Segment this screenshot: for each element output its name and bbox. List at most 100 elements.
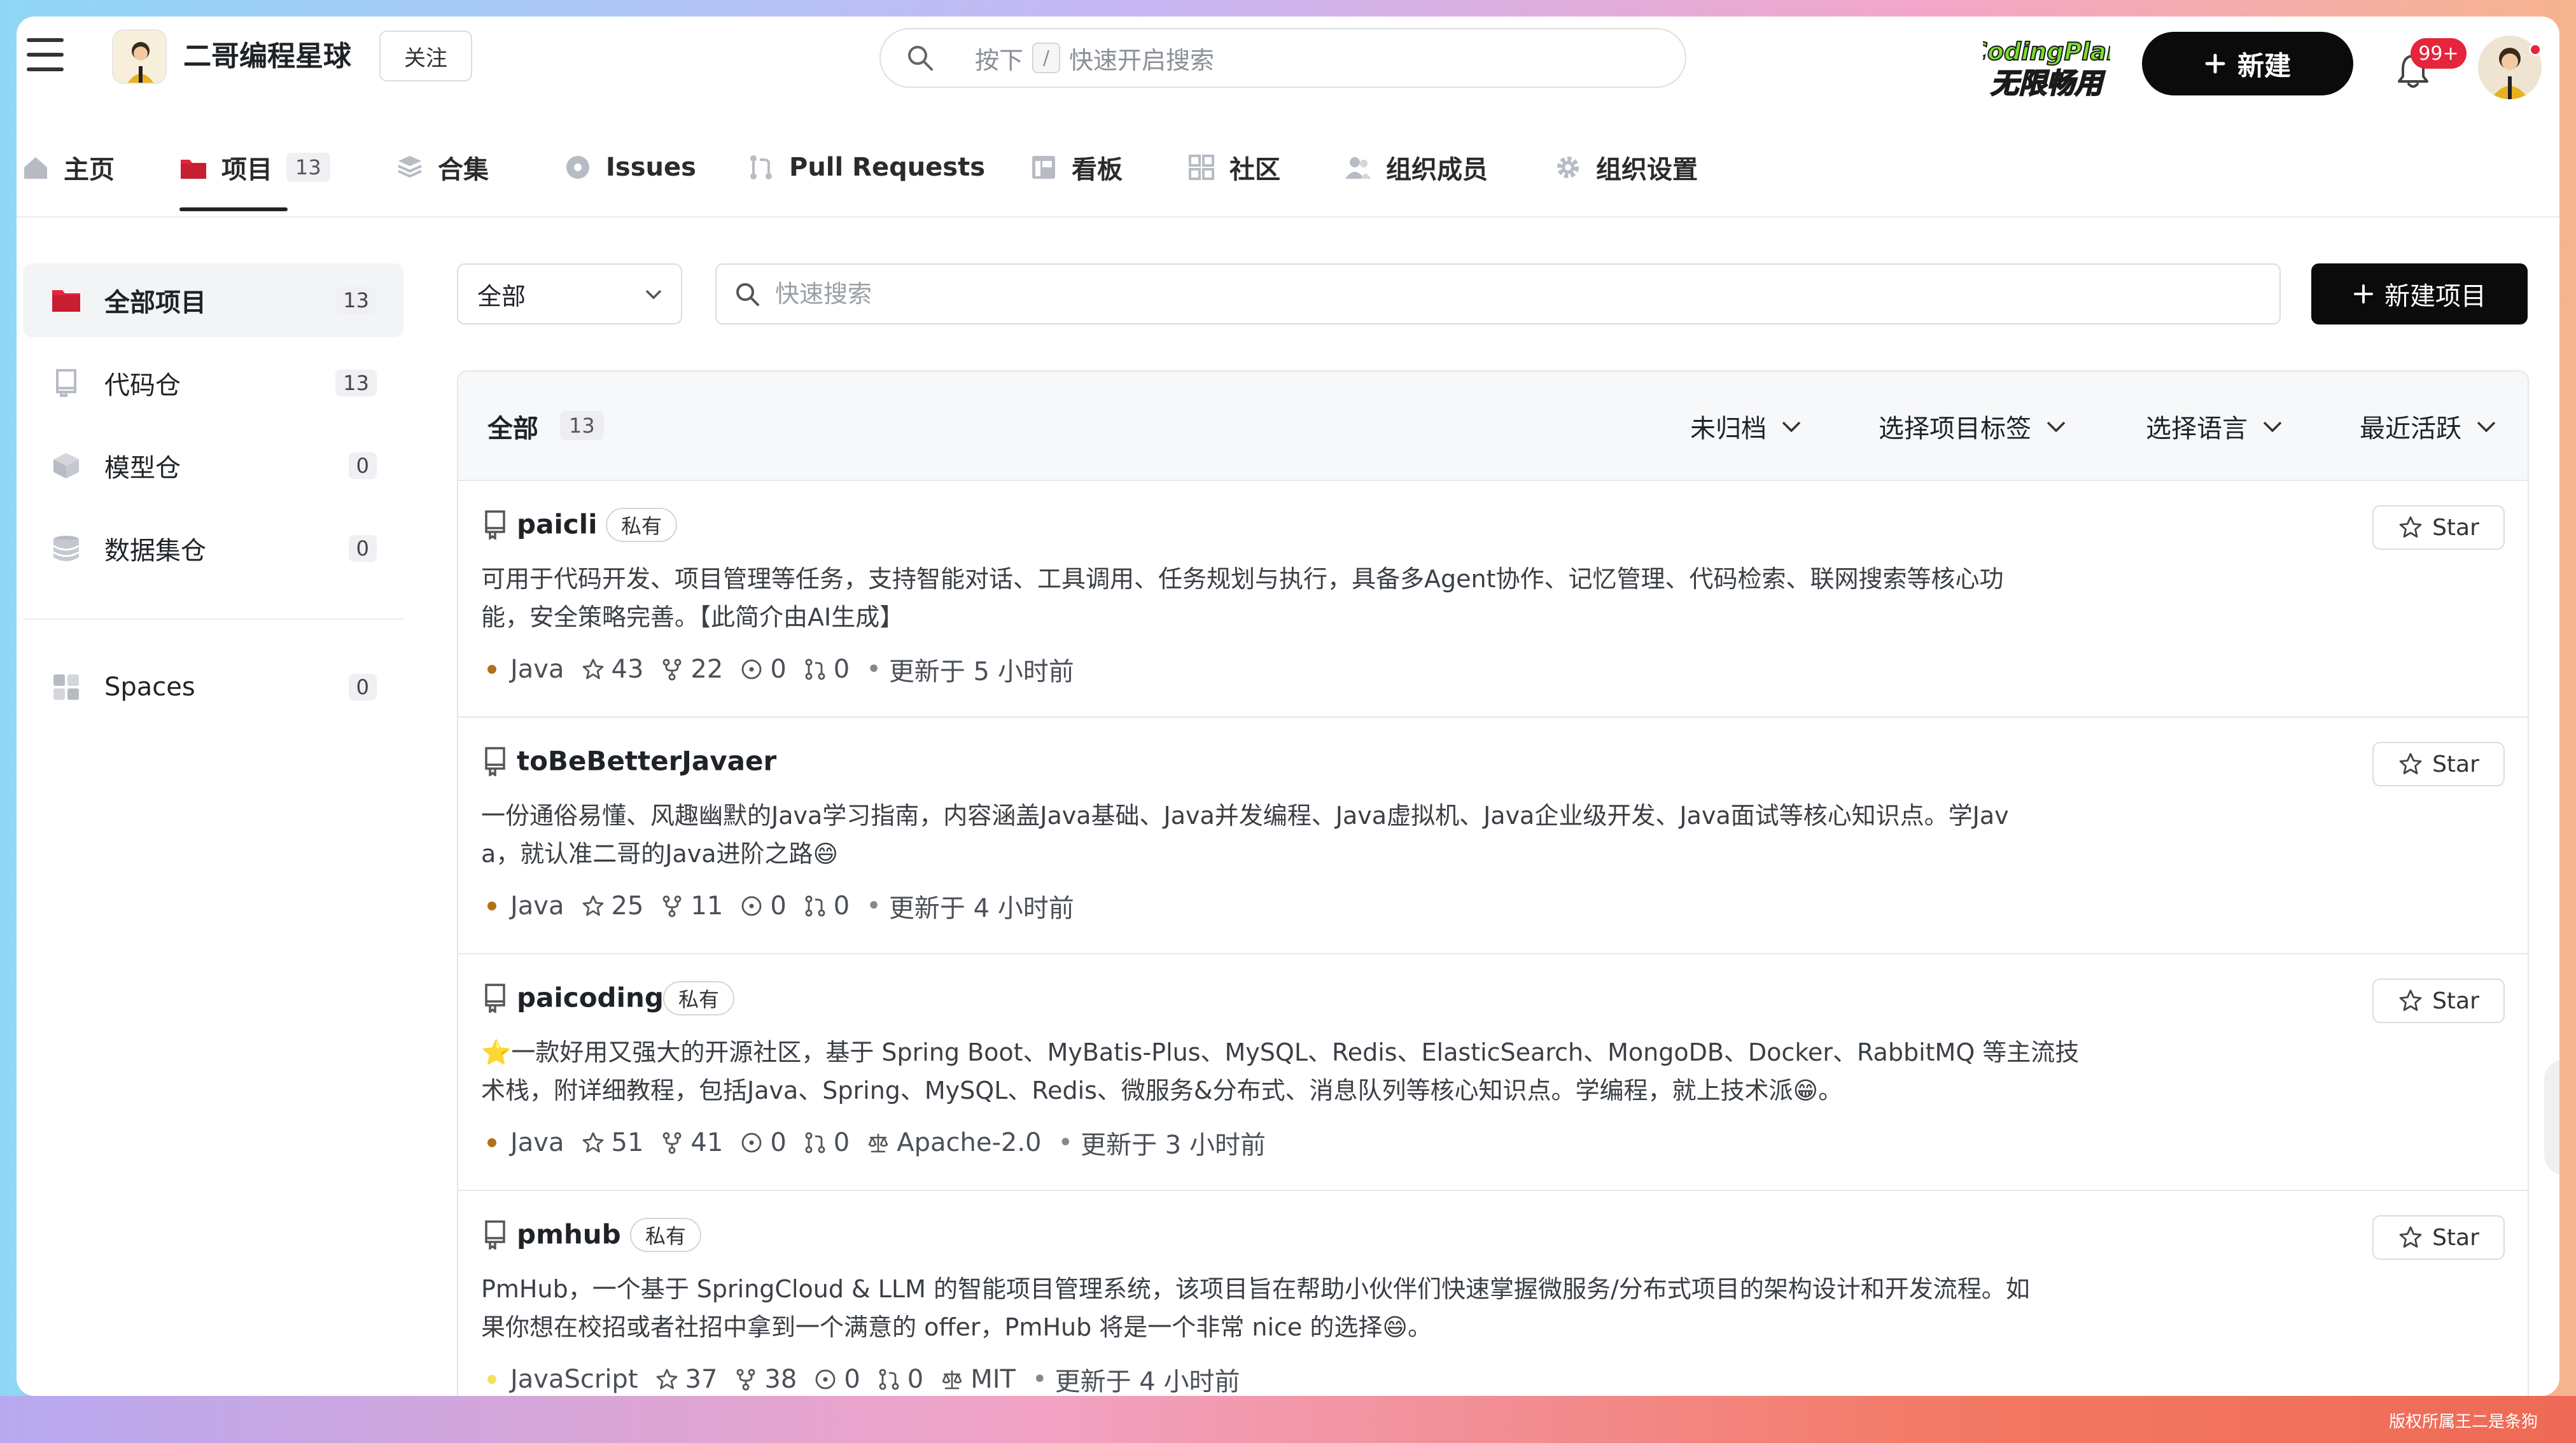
issue-count-value: 0 xyxy=(770,891,787,921)
search-icon xyxy=(736,283,759,306)
tab-org-settings[interactable]: 组织设置 xyxy=(1554,146,1698,188)
new-button[interactable]: 新建 xyxy=(2142,32,2353,95)
org-avatar[interactable] xyxy=(112,29,167,84)
repo-icon xyxy=(485,1220,505,1250)
scope-select-value: 全部 xyxy=(477,282,526,310)
star-count[interactable]: 25 xyxy=(581,891,643,921)
issue-icon xyxy=(741,1133,762,1153)
tab-issues[interactable]: Issues xyxy=(564,146,696,188)
sidebar-item-model-repos[interactable]: 模型仓 0 xyxy=(23,429,403,503)
side-panel-handle[interactable] xyxy=(2544,1060,2559,1175)
menu-icon[interactable] xyxy=(27,38,64,71)
star-button[interactable]: Star xyxy=(2372,979,2505,1023)
database-icon xyxy=(53,536,80,561)
project-search-input[interactable] xyxy=(775,280,2239,308)
bottom-strip xyxy=(0,1396,2576,1443)
project-meta: Java 25 11 0 0 • 更新于 4 小时前 xyxy=(481,888,1074,924)
pr-count[interactable]: 0 xyxy=(803,655,850,684)
follow-button[interactable]: 关注 xyxy=(379,31,472,81)
project-description: ⭐️一款好用又强大的开源社区，基于 Spring Boot、MyBatis-Pl… xyxy=(481,1033,2199,1110)
tab-label: 主页 xyxy=(64,155,115,185)
sidebar-item-code-repos[interactable]: 代码仓 13 xyxy=(23,346,403,420)
scope-select[interactable]: 全部 xyxy=(457,263,682,324)
fork-count[interactable]: 22 xyxy=(660,655,723,684)
tab-home[interactable]: 主页 xyxy=(22,146,115,188)
project-search[interactable] xyxy=(715,263,2281,324)
description-line: a，就认准二哥的Java进阶之路😄 xyxy=(481,840,839,868)
project-name[interactable]: paicli xyxy=(517,509,598,540)
fork-count-value: 38 xyxy=(764,1365,797,1394)
folder-icon xyxy=(52,290,80,312)
tag-filter-dropdown[interactable]: 选择项目标签 xyxy=(1879,410,2067,443)
dropdown-label: 选择语言 xyxy=(2146,414,2248,443)
fork-count-value: 41 xyxy=(690,1128,724,1157)
plus-icon xyxy=(2205,53,2225,74)
project-name[interactable]: paicoding xyxy=(517,982,664,1014)
tab-label: Pull Requests xyxy=(789,153,986,182)
pr-count[interactable]: 0 xyxy=(877,1365,923,1394)
chevron-down-icon xyxy=(645,289,662,300)
home-icon xyxy=(24,157,47,179)
star-count[interactable]: 51 xyxy=(581,1128,643,1157)
coding-plan-promo[interactable]: CodingPlan 无限畅用 xyxy=(1983,31,2110,99)
search-icon xyxy=(908,46,933,71)
star-button[interactable]: Star xyxy=(2372,742,2505,786)
tab-board[interactable]: 看板 xyxy=(1030,146,1123,188)
org-name: 二哥编程星球 xyxy=(183,40,351,73)
language-label: Java xyxy=(510,891,564,921)
fork-count[interactable]: 41 xyxy=(660,1128,723,1157)
new-project-button[interactable]: 新建项目 xyxy=(2311,263,2528,324)
fork-icon xyxy=(663,1132,682,1154)
issue-count[interactable]: 0 xyxy=(739,891,787,921)
sidebar-item-label: 模型仓 xyxy=(104,454,181,483)
issue-count[interactable]: 0 xyxy=(813,1365,860,1394)
star-outline-icon xyxy=(582,1132,603,1153)
repo-icon xyxy=(485,747,505,776)
tab-label: Issues xyxy=(606,153,696,182)
project-name[interactable]: pmhub xyxy=(517,1219,621,1250)
members-icon xyxy=(1345,157,1371,179)
issue-count-value: 0 xyxy=(770,1128,787,1157)
project-name[interactable]: toBeBetterJavaer xyxy=(517,746,776,777)
archive-filter-dropdown[interactable]: 未归档 xyxy=(1690,410,1802,443)
sidebar-item-spaces[interactable]: Spaces 0 xyxy=(23,650,403,724)
fork-count[interactable]: 38 xyxy=(734,1365,797,1394)
tab-collections[interactable]: 合集 xyxy=(396,146,489,188)
star-button[interactable]: Star xyxy=(2372,505,2505,550)
cube-icon xyxy=(53,453,79,478)
tab-members[interactable]: 组织成员 xyxy=(1344,146,1488,188)
org-tabs: 主页 项目 13 合集 Issues Pull Requests 看板 社区 组… xyxy=(17,129,2559,218)
tab-label: 看板 xyxy=(1072,155,1123,185)
tab-pull-requests[interactable]: Pull Requests xyxy=(747,146,985,188)
folder-icon xyxy=(181,160,206,179)
sort-dropdown[interactable]: 最近活跃 xyxy=(2360,410,2497,443)
issue-icon xyxy=(741,896,762,916)
sidebar-item-all-projects[interactable]: 全部项目 13 xyxy=(23,263,403,337)
global-search[interactable]: 按下 / 快速开启搜索 xyxy=(879,28,1686,88)
project-list: 全部 13 未归档 选择项目标签 选择语言 最近活跃 paicli 私有 可用于… xyxy=(457,370,2529,1396)
project-row: toBeBetterJavaer 一份通俗易懂、风趣幽默的Java学习指南，内容… xyxy=(458,718,2528,954)
language-color-dot xyxy=(487,1375,496,1384)
issue-count[interactable]: 0 xyxy=(739,655,787,684)
fork-count-value: 22 xyxy=(690,655,724,684)
star-count[interactable]: 37 xyxy=(655,1365,717,1394)
star-count[interactable]: 43 xyxy=(581,655,643,684)
sidebar-item-dataset-repos[interactable]: 数据集仓 0 xyxy=(23,512,403,585)
online-status-dot xyxy=(2529,43,2542,56)
star-outline-icon xyxy=(2399,1226,2422,1248)
pr-count-value: 0 xyxy=(833,891,850,921)
issue-icon xyxy=(815,1369,836,1390)
star-button[interactable]: Star xyxy=(2372,1215,2505,1260)
repo-icon xyxy=(485,984,505,1013)
pr-count[interactable]: 0 xyxy=(803,1128,850,1157)
tab-label: 项目 xyxy=(221,155,272,185)
list-count: 13 xyxy=(560,411,604,440)
pr-count[interactable]: 0 xyxy=(803,891,850,921)
tab-projects[interactable]: 项目 13 xyxy=(179,146,330,188)
issue-count[interactable]: 0 xyxy=(739,1128,787,1157)
tab-community[interactable]: 社区 xyxy=(1187,146,1280,188)
project-meta: JavaScript 37 38 0 0 MIT • 更新于 4 小时前 xyxy=(481,1362,1240,1396)
fork-count[interactable]: 11 xyxy=(660,891,723,921)
language-filter-dropdown[interactable]: 选择语言 xyxy=(2146,410,2283,443)
app-window: 二哥编程星球 关注 按下 / 快速开启搜索 CodingPlan 无限畅用 新建… xyxy=(17,17,2559,1396)
